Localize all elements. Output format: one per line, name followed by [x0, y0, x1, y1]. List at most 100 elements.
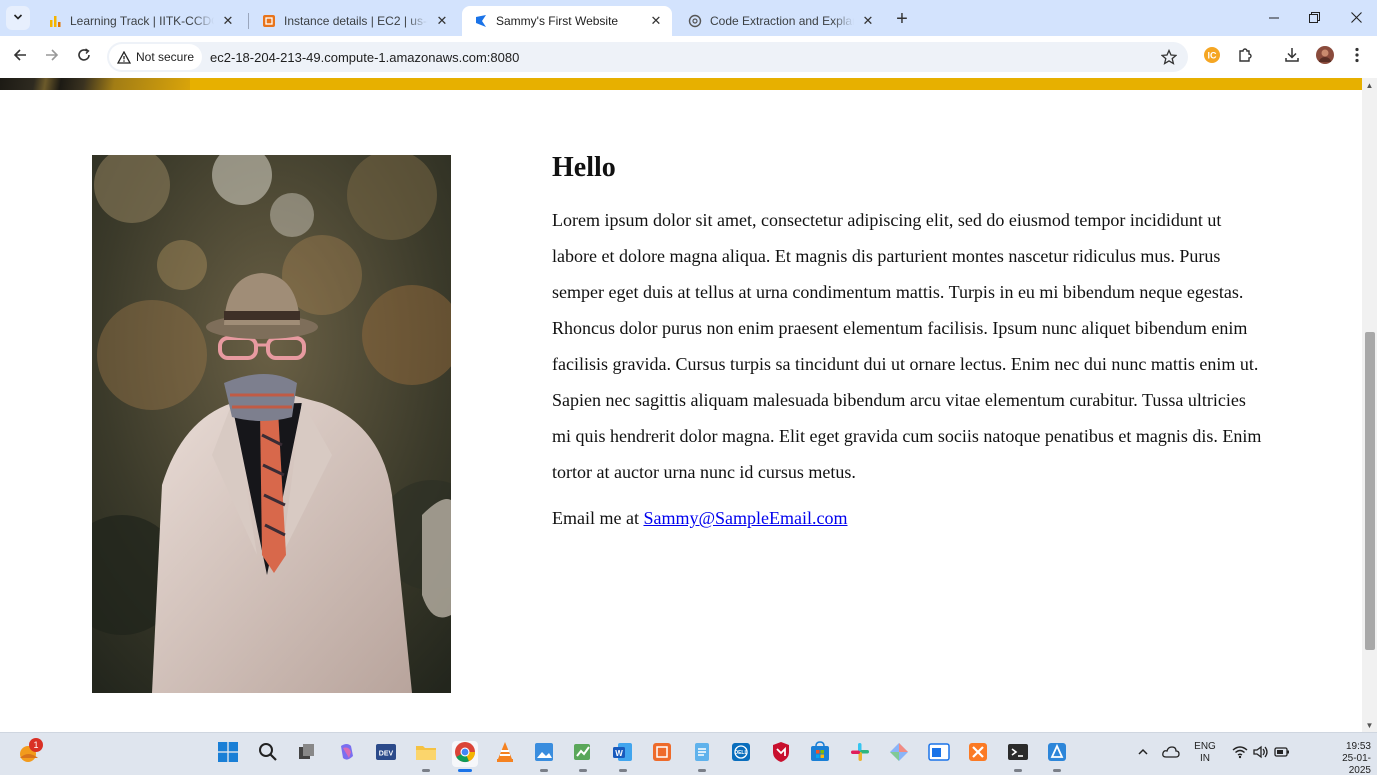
menu-button[interactable] — [1343, 43, 1371, 71]
terminal-app[interactable] — [1005, 741, 1031, 772]
vlc-app[interactable] — [492, 741, 518, 767]
plus-icon: + — [896, 7, 908, 30]
word-app[interactable]: W — [610, 741, 636, 772]
extension-button[interactable]: IC — [1198, 43, 1226, 71]
slack-app[interactable] — [847, 741, 873, 767]
windows-logo-icon — [218, 741, 238, 767]
language-indicator[interactable]: ENG IN — [1190, 741, 1220, 765]
minimize-button[interactable] — [1260, 6, 1288, 30]
tab-learning-track[interactable]: Learning Track | IITK-CCDO---Cl ✕ — [36, 6, 244, 36]
address-bar[interactable]: Not secure ec2-18-204-213-49.compute-1.a… — [107, 42, 1188, 72]
show-hidden-icons-button[interactable] — [1130, 741, 1156, 767]
weather-widget[interactable]: 1 — [16, 738, 43, 767]
running-indicator — [1014, 769, 1022, 772]
forward-button[interactable] — [38, 43, 66, 71]
chrome-app[interactable] — [452, 741, 478, 772]
site-info-button[interactable]: Not secure — [109, 44, 203, 70]
downloads-button[interactable] — [1278, 43, 1306, 71]
tab-title: Sammy's First Website — [496, 14, 619, 28]
terminal-icon — [1007, 742, 1029, 767]
gemini-app[interactable] — [886, 741, 912, 767]
language-code: ENG — [1194, 741, 1216, 752]
running-indicator — [540, 769, 548, 772]
xampp-app[interactable] — [965, 741, 991, 767]
notification-badge: 1 — [29, 738, 43, 752]
windows-taskbar: 1 DEV W DELL ENG IN 19:53 25-01-2025 — [0, 732, 1377, 777]
clock-date: 25-01-2025 — [1342, 753, 1371, 776]
vertical-scrollbar[interactable]: ▲ ▼ — [1362, 78, 1377, 732]
mcafee-app[interactable] — [768, 741, 794, 767]
tab-sammys-website[interactable]: Sammy's First Website ✕ — [462, 6, 672, 36]
tab-instance-details[interactable]: Instance details | EC2 | us-east-1 ✕ — [250, 6, 458, 36]
header-banner-strip — [0, 78, 1362, 90]
chevron-down-icon — [13, 9, 23, 27]
search-button[interactable] — [255, 741, 281, 767]
reload-button[interactable] — [70, 43, 98, 71]
xampp-icon — [967, 741, 989, 768]
new-tab-button[interactable]: + — [890, 8, 914, 30]
running-indicator — [698, 769, 706, 772]
page-viewport: Hello Lorem ipsum dolor sit amet, consec… — [0, 78, 1362, 732]
restore-icon — [1308, 10, 1320, 26]
notepad-app[interactable] — [689, 741, 715, 772]
back-button[interactable] — [6, 43, 34, 71]
extensions-button[interactable] — [1231, 43, 1259, 71]
svg-text:IC: IC — [1208, 50, 1218, 60]
app-launcher[interactable] — [649, 741, 675, 767]
close-icon[interactable]: ✕ — [860, 13, 876, 29]
volume-icon — [1253, 745, 1269, 764]
onedrive-button[interactable] — [1158, 741, 1184, 767]
chart-app[interactable] — [570, 741, 596, 772]
store-icon — [809, 740, 831, 768]
task-view-icon — [298, 743, 316, 766]
url-text[interactable]: ec2-18-204-213-49.compute-1.amazonaws.co… — [210, 50, 519, 65]
clock[interactable]: 19:53 25-01-2025 — [1325, 741, 1371, 777]
tab-strip: Learning Track | IITK-CCDO---Cl ✕ Instan… — [0, 0, 1377, 36]
scrollbar-thumb[interactable] — [1365, 332, 1375, 650]
cloud-icon — [1162, 745, 1180, 764]
photos-app[interactable] — [531, 741, 557, 772]
dell-app[interactable]: DELL — [728, 741, 754, 767]
running-indicator — [422, 769, 430, 772]
email-link[interactable]: Sammy@SampleEmail.com — [643, 508, 847, 528]
system-status-button[interactable] — [1226, 741, 1296, 767]
aws-icon — [262, 14, 276, 28]
main-content: Hello Lorem ipsum dolor sit amet, consec… — [552, 148, 1267, 536]
arrow-left-icon — [13, 48, 27, 67]
image-icon — [533, 741, 555, 768]
extension-logo-icon: IC — [1203, 46, 1221, 69]
file-explorer-app[interactable] — [413, 741, 439, 772]
close-icon[interactable]: ✕ — [648, 13, 664, 29]
notepad-icon — [692, 741, 712, 768]
intro-paragraph: Lorem ipsum dolor sit amet, consectetur … — [552, 210, 1262, 482]
restore-button[interactable] — [1300, 6, 1328, 30]
copilot-app[interactable] — [334, 741, 360, 767]
azure-icon — [1046, 741, 1068, 768]
store-app[interactable] — [807, 740, 833, 768]
close-icon[interactable]: ✕ — [434, 13, 450, 29]
diamond-icon — [888, 741, 910, 768]
arrow-right-icon — [45, 48, 59, 67]
email-prefix: Email me at — [552, 508, 644, 528]
close-window-button[interactable] — [1342, 6, 1370, 30]
task-view-button[interactable] — [294, 741, 320, 767]
remote-desktop-app[interactable] — [926, 741, 952, 767]
close-icon[interactable]: ✕ — [220, 13, 236, 29]
dev-icon: DEV — [375, 742, 397, 767]
azure-app[interactable] — [1044, 741, 1070, 772]
bookmark-star-icon[interactable] — [1160, 48, 1178, 66]
scroll-down-icon[interactable]: ▼ — [1362, 719, 1377, 731]
tab-code-extraction[interactable]: Code Extraction and Explanation ✕ — [676, 6, 884, 36]
tab-separator — [248, 13, 249, 29]
start-button[interactable] — [215, 741, 241, 767]
dev-app[interactable]: DEV — [373, 741, 399, 767]
tab-search-button[interactable] — [6, 6, 30, 30]
reload-icon — [77, 47, 91, 67]
copilot-icon — [337, 742, 357, 767]
running-indicator — [579, 769, 587, 772]
scroll-up-icon[interactable]: ▲ — [1362, 79, 1377, 91]
profile-button[interactable] — [1311, 43, 1339, 71]
chart-icon — [572, 741, 594, 768]
svg-text:DEV: DEV — [379, 750, 394, 757]
browser-toolbar: Not secure ec2-18-204-213-49.compute-1.a… — [0, 36, 1377, 78]
